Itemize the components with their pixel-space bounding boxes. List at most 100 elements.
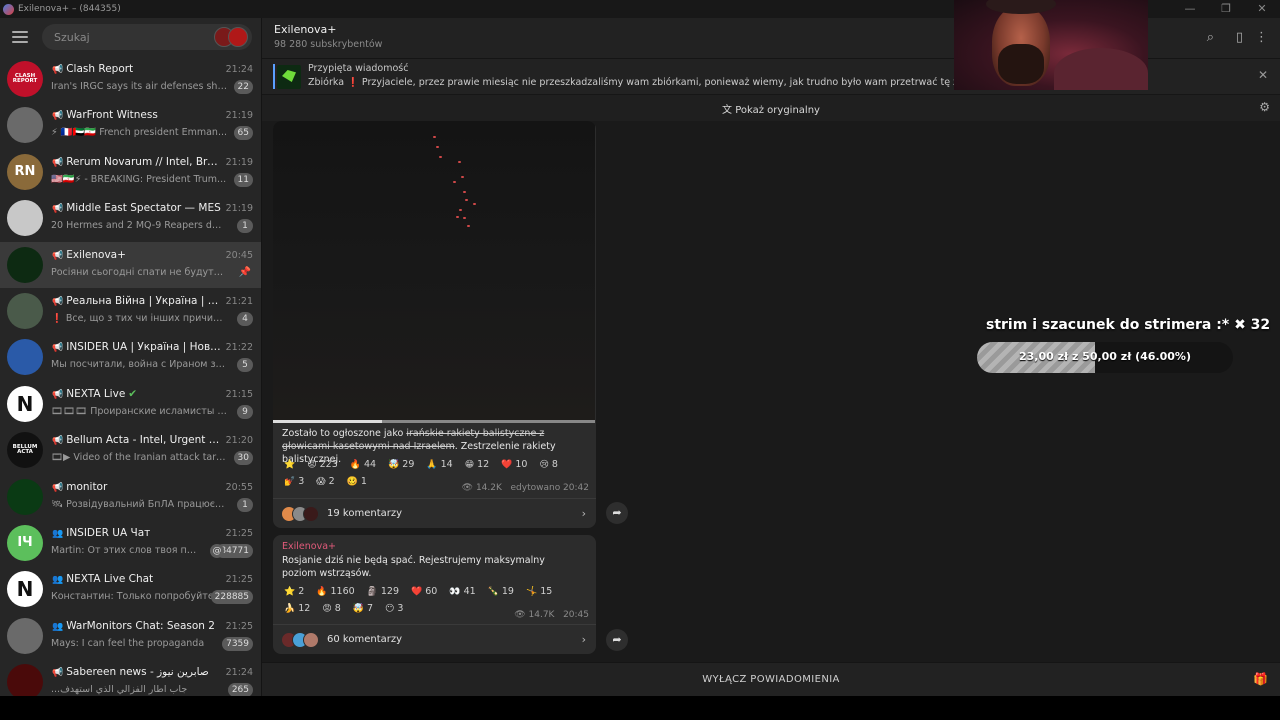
chat-preview: 20 Hermes and 2 MQ-9 Reapers downe... — [51, 220, 227, 232]
chat-preview: Iran's IRGC says its air defenses shot d… — [51, 81, 227, 92]
reaction-chip[interactable]: 🙏 14 — [423, 457, 455, 472]
chat-item[interactable]: N 📢 NEXTA Live ✔ 21:15 🎞🎞🎞 Проиранские ислами… — [0, 381, 261, 427]
reaction-count: 14 — [440, 459, 453, 470]
share-icon[interactable]: ➦ — [606, 502, 628, 524]
reaction-count: 7 — [366, 603, 374, 614]
chat-item[interactable]: IЧ 👥 INSIDER UA Чат 21:25 Martin: От этих сл… — [0, 520, 261, 566]
chat-name: 📢 monitor — [52, 481, 224, 493]
webcam-hat — [986, 0, 1056, 14]
chat-preview: Martin: От этих слов твоя при... — [51, 544, 201, 556]
pinned-indicator — [273, 64, 275, 89]
comments-button[interactable]: 60 komentarzy › — [273, 624, 596, 654]
reaction-count: 12 — [477, 459, 490, 470]
chat-item[interactable]: RN 📢Rerum Novarum // Intel, Breakin...21:… — [0, 149, 261, 195]
chat-time: 21:25 — [225, 620, 253, 632]
chat-item[interactable]: 📢 Middle East Spectator — MES 21:19 20 Herm… — [0, 195, 261, 241]
more-icon[interactable]: ⋮ — [1255, 30, 1268, 45]
chat-avatar: N — [7, 571, 43, 608]
share-icon[interactable]: ➦ — [606, 629, 628, 651]
chat-item[interactable]: 👥 WarMonitors Chat: Season 2 21:25 Mays: I … — [0, 613, 261, 659]
story-avatars[interactable] — [214, 27, 248, 47]
reaction-chip[interactable]: 🔥 1160 — [313, 584, 357, 599]
video-spark — [439, 156, 442, 158]
mute-notifications-button[interactable]: WYŁĄCZ POWIADOMIENIA — [262, 674, 1280, 685]
channel-icon: 📢 — [52, 436, 64, 447]
chat-list-sidebar: Szukaj CLASH REPORT 📢 Clash Report 21:24 Ira… — [0, 18, 262, 696]
reaction-chip[interactable]: 😶 3 — [382, 601, 406, 616]
reaction-chip[interactable]: 🗿 129 — [364, 584, 402, 599]
chat-name-text: INSIDER UA Чат — [66, 526, 151, 539]
chat-name: 📢 NEXTA Live ✔ — [52, 388, 224, 400]
reaction-chip[interactable]: ⭐ — [281, 457, 298, 472]
chat-item[interactable]: 📢 monitor 20:55 🛰 Розвідувальний БпЛА працю… — [0, 474, 261, 520]
video-spark — [467, 225, 470, 227]
show-original-button[interactable]: 文 Pokaż oryginalny — [262, 101, 1280, 116]
chat-item[interactable]: 📢 INSIDER UA | Україна | Новини 21:22 Мы по… — [0, 334, 261, 380]
pin-icon: 📌 — [238, 266, 251, 278]
chat-item[interactable]: BELLUM ACTA 📢 Bellum Acta - Intel, Urgent … — [0, 427, 261, 473]
reaction-chip[interactable]: ❤️ 10 — [498, 457, 530, 472]
reaction-chip[interactable]: ❤️ 60 — [408, 584, 440, 599]
reaction-chip[interactable]: 🍌 12 — [281, 601, 313, 616]
reaction-chip[interactable]: ⭐ 2 — [281, 584, 307, 599]
chat-time: 21:21 — [225, 295, 253, 307]
search-placeholder: Szukaj — [54, 30, 90, 44]
minimize-icon[interactable]: — — [1172, 0, 1208, 18]
reaction-chip[interactable]: 🥴 1 — [344, 474, 370, 489]
sidebar-toggle-icon[interactable]: ▯ — [1236, 30, 1243, 45]
reaction-chip[interactable]: 😁 12 — [462, 457, 492, 472]
reaction-chip[interactable]: 😡 8 — [319, 601, 343, 616]
story-avatar[interactable] — [228, 27, 248, 47]
chat-preview: 🎞🎞🎞 Проиранские исламисты пы... — [51, 405, 227, 417]
reaction-chip[interactable]: 💅 3 — [281, 474, 307, 489]
reaction-count: 19 — [501, 586, 514, 597]
close-window-icon[interactable]: ✕ — [1244, 0, 1280, 18]
video-spark — [463, 217, 466, 219]
translate-settings-icon[interactable]: ⚙ — [1259, 100, 1270, 114]
donation-goal-bar: 23,00 zł z 50,00 zł (46.00%) — [977, 342, 1233, 373]
gift-icon[interactable]: 🎁 — [1253, 672, 1268, 686]
reaction-chip[interactable]: 🔥 44 — [347, 457, 379, 472]
video-spark — [465, 199, 468, 201]
comments-button[interactable]: 19 komentarzy › — [273, 498, 596, 528]
reaction-chip[interactable]: 🤸 15 — [523, 584, 555, 599]
reaction-chip[interactable]: 😱 2 — [313, 474, 337, 489]
reaction-chip[interactable]: 🍾 19 — [485, 584, 517, 599]
chat-name-text: NEXTA Live Chat — [66, 573, 154, 586]
reaction-chip[interactable]: 🤯 29 — [385, 457, 417, 472]
reaction-count: 41 — [463, 586, 476, 597]
channel-icon: 📢 — [52, 204, 64, 215]
reaction-count: 15 — [540, 586, 553, 597]
reaction-emoji: 🤯 — [352, 603, 364, 614]
close-icon[interactable]: ✕ — [1258, 68, 1268, 82]
reaction-chip[interactable]: 🤯 7 — [350, 601, 376, 616]
chevron-right-icon: › — [581, 633, 586, 646]
search-icon[interactable]: ⌕ — [1207, 30, 1214, 45]
chat-time: 21:20 — [225, 435, 253, 447]
chat-avatar — [7, 200, 43, 237]
reaction-emoji: 🤯 — [388, 459, 400, 470]
maximize-icon[interactable]: ❐ — [1208, 0, 1244, 18]
video-player[interactable] — [273, 121, 595, 421]
channel-icon: 📢 — [52, 65, 64, 75]
chat-item[interactable]: 📢Реальна Війна | Україна | Нови...21:21 ❗… — [0, 288, 261, 334]
chat-name-text: WarFront Witness — [66, 109, 158, 122]
subscriber-count: 98 280 subskrybentów — [274, 39, 383, 50]
message-sender[interactable]: Exilenova+ — [282, 541, 336, 552]
chat-item[interactable]: 📢 Exilenova+ 20:45 Росіяни сьогодні спати н… — [0, 241, 261, 288]
chat-item[interactable]: CLASH REPORT 📢 Clash Report 21:24 Iran's IRG… — [0, 56, 261, 102]
chat-avatar — [7, 617, 43, 654]
menu-icon[interactable] — [12, 31, 28, 43]
chat-item[interactable]: 📢 WarFront Witness 21:19 ⚡ 🇫🇷🇦🇪🇮🇷 French pr… — [0, 102, 261, 148]
reaction-chip[interactable]: 👀 41 — [446, 584, 478, 599]
reaction-chip[interactable]: 😢 8 — [536, 457, 560, 472]
reaction-chip[interactable]: 😡 223 — [304, 457, 341, 472]
chat-name: 👥 WarMonitors Chat: Season 2 — [52, 620, 224, 632]
screen-bottom-edge — [0, 696, 1280, 720]
reaction-emoji: 🍌 — [284, 603, 296, 614]
search-input[interactable]: Szukaj — [42, 24, 252, 50]
chat-item[interactable]: N 👥 NEXTA Live Chat 21:25 Константин: Только… — [0, 566, 261, 612]
channel-title[interactable]: Exilenova+ — [274, 23, 337, 36]
chat-item[interactable]: 📢 Sabereen news - صابرين نيوز 21:24 ...جاب … — [0, 659, 261, 696]
video-progress[interactable] — [273, 420, 595, 423]
